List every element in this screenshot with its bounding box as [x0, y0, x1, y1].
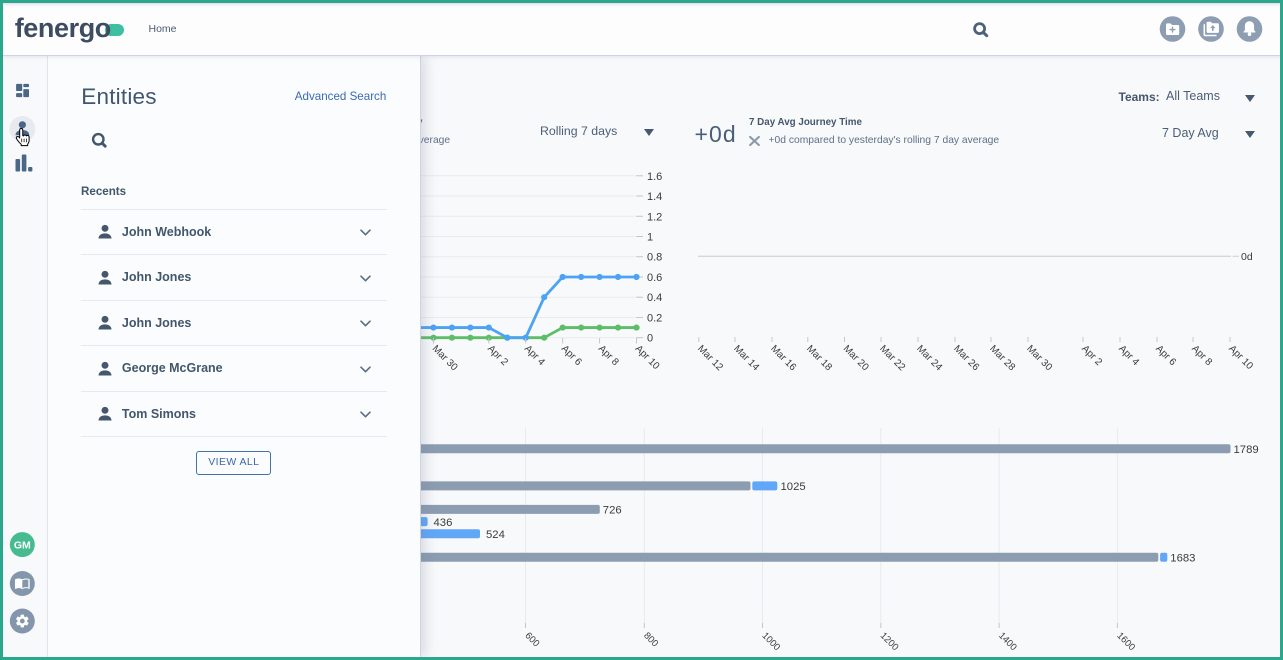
svg-text:1.4: 1.4 [647, 191, 662, 203]
svg-text:Mar 30: Mar 30 [1024, 343, 1054, 373]
svg-text:Apr 2: Apr 2 [485, 343, 510, 368]
svg-text:Apr 6: Apr 6 [559, 343, 584, 368]
svg-text:Mar 12: Mar 12 [695, 343, 725, 373]
svg-text:436: 436 [434, 517, 453, 529]
svg-text:Mar 22: Mar 22 [877, 343, 907, 373]
svg-text:Apr 6: Apr 6 [1153, 343, 1178, 368]
svg-text:1000: 1000 [759, 630, 782, 653]
svg-text:GM: GM [14, 539, 31, 551]
svg-text:Mar 30: Mar 30 [430, 343, 460, 373]
svg-text:Mar 18: Mar 18 [804, 343, 834, 373]
svg-text:Apr 8: Apr 8 [1189, 343, 1214, 368]
svg-text:Mar 20: Mar 20 [841, 343, 871, 373]
svg-text:0.4: 0.4 [647, 292, 662, 304]
svg-text:600: 600 [522, 630, 541, 649]
svg-text:1.6: 1.6 [647, 171, 662, 183]
svg-text:0.2: 0.2 [647, 312, 662, 324]
svg-text:Apr 10: Apr 10 [633, 343, 662, 372]
svg-text:Apr 10: Apr 10 [1226, 343, 1255, 372]
svg-text:0: 0 [647, 333, 653, 345]
svg-text:Apr 4: Apr 4 [1116, 343, 1141, 368]
svg-text:524: 524 [486, 529, 505, 541]
svg-text:1683: 1683 [1170, 553, 1195, 565]
svg-text:1200: 1200 [878, 630, 901, 653]
svg-text:1789: 1789 [1234, 444, 1259, 456]
svg-text:1400: 1400 [996, 630, 1019, 653]
svg-text:0.8: 0.8 [647, 252, 662, 264]
svg-text:0d: 0d [1241, 251, 1253, 263]
svg-text:800: 800 [641, 630, 660, 649]
svg-text:Mar 26: Mar 26 [951, 343, 981, 373]
svg-text:1600: 1600 [1114, 630, 1137, 653]
svg-text:1.2: 1.2 [647, 211, 662, 223]
svg-text:Apr 4: Apr 4 [522, 343, 547, 368]
svg-text:Mar 24: Mar 24 [914, 343, 944, 373]
svg-text:Mar 16: Mar 16 [768, 343, 798, 373]
svg-text:Apr 8: Apr 8 [596, 343, 621, 368]
svg-text:726: 726 [603, 505, 622, 517]
svg-text:Mar 28: Mar 28 [987, 343, 1017, 373]
svg-text:Apr 2: Apr 2 [1079, 343, 1104, 368]
svg-text:1025: 1025 [781, 481, 806, 493]
svg-text:0.6: 0.6 [647, 272, 662, 284]
svg-text:1: 1 [647, 232, 653, 244]
svg-text:Mar 14: Mar 14 [731, 343, 761, 373]
